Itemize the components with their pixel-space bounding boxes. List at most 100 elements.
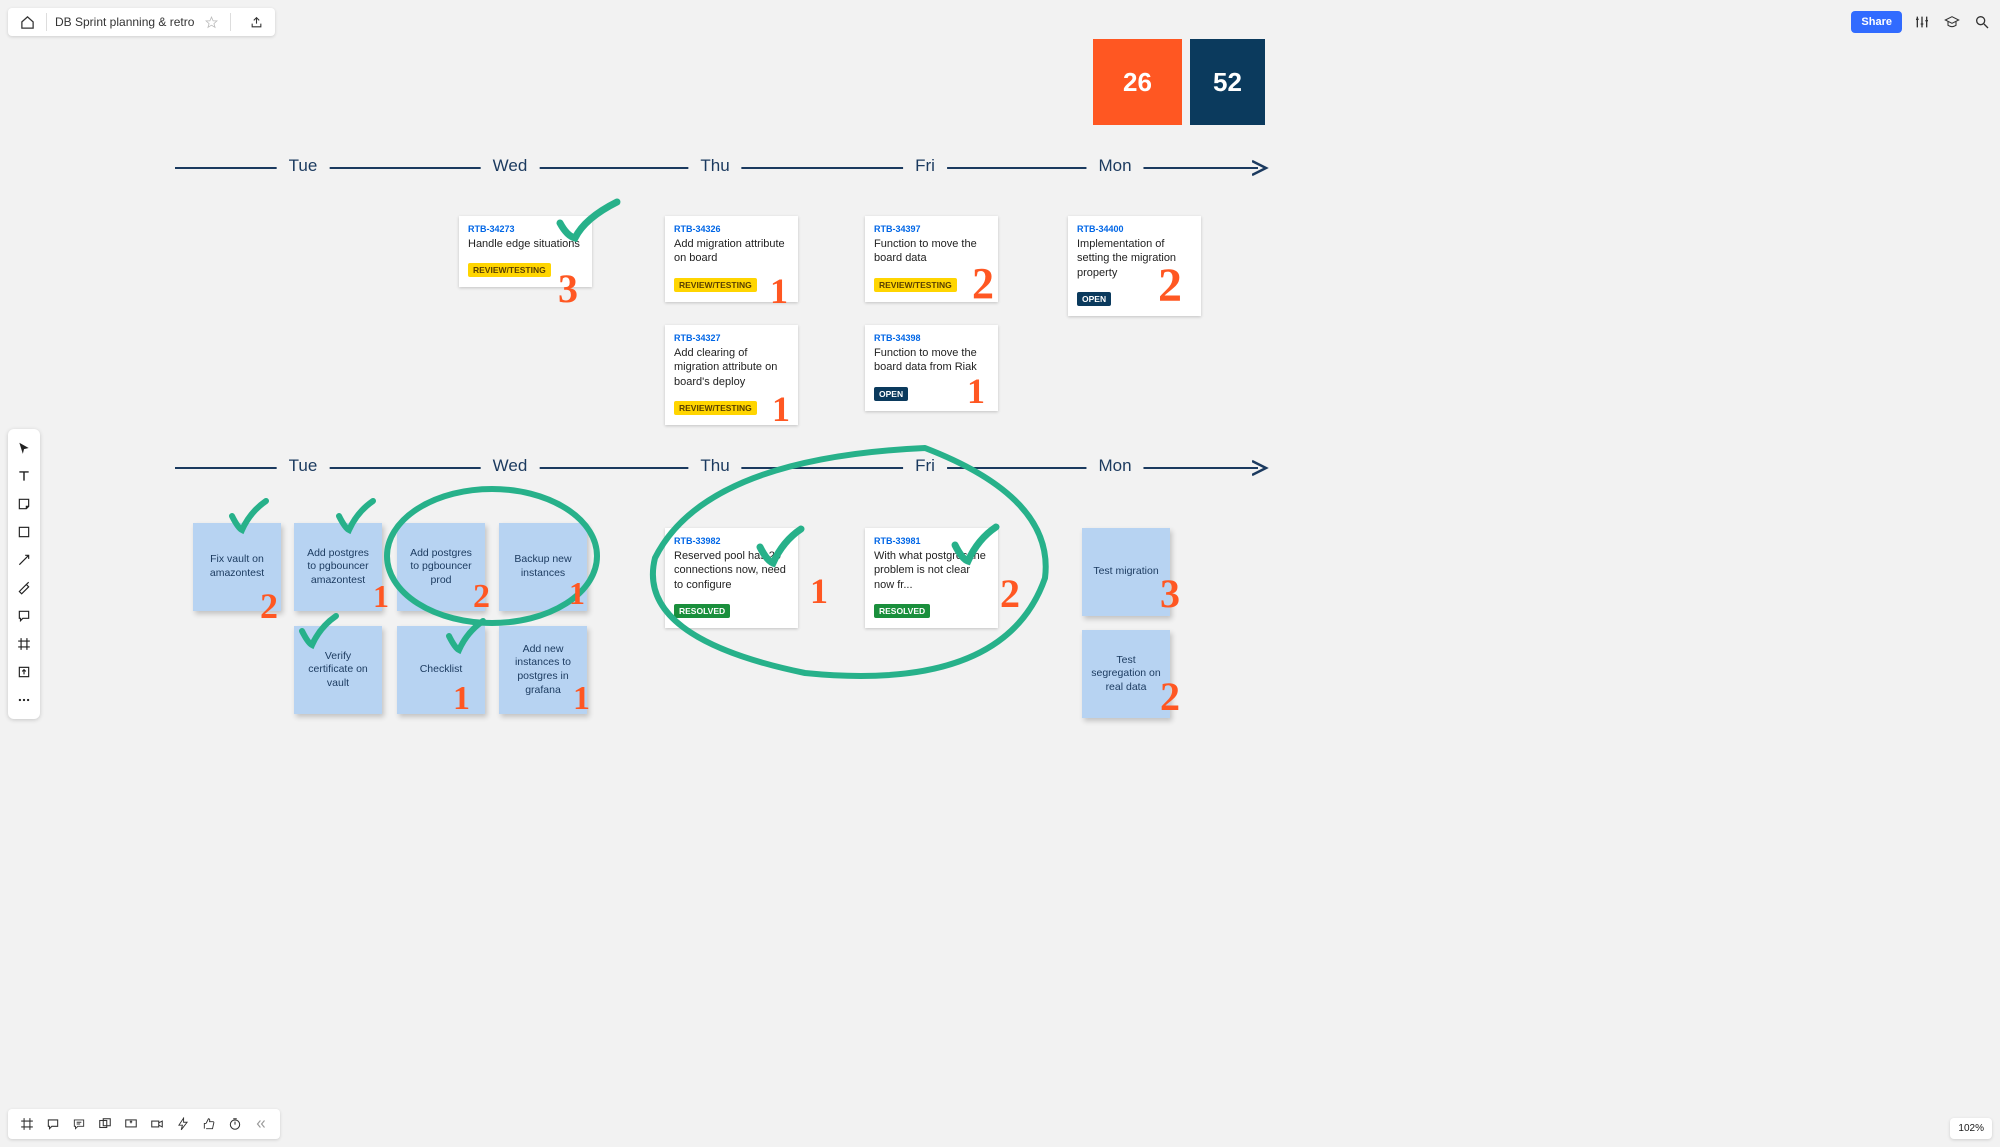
timeline1-day-fri: Fri [903, 156, 947, 176]
settings-button[interactable] [1912, 12, 1932, 32]
sticky-text: Test migration [1093, 565, 1158, 579]
sticky-text: Fix vault on amazontest [201, 553, 273, 580]
hand-number: 2 [1158, 258, 1182, 313]
ticket-title: Add clearing of migration attribute on b… [674, 346, 789, 389]
hand-number: 1 [772, 388, 790, 430]
ticket-status: REVIEW/TESTING [468, 263, 551, 277]
sticky-text: Add postgres to pgbouncer amazontest [302, 547, 374, 588]
bb-screen[interactable] [120, 1113, 142, 1135]
sticky-note[interactable]: Test segregation on real data [1082, 630, 1170, 718]
timeline2-day-fri: Fri [903, 456, 947, 476]
cursor-icon [17, 441, 31, 455]
hand-number: 2 [473, 578, 490, 616]
upload-icon [17, 665, 31, 679]
bb-collapse[interactable] [250, 1113, 272, 1135]
bb-frames[interactable] [16, 1113, 38, 1135]
ticket-status: REVIEW/TESTING [674, 401, 757, 415]
hand-number: 1 [770, 270, 788, 312]
home-icon [20, 15, 35, 30]
tool-text[interactable] [11, 463, 37, 489]
bb-reactions[interactable] [198, 1113, 220, 1135]
tool-pen[interactable] [11, 575, 37, 601]
ticket-id: RTB-34273 [468, 224, 583, 234]
timer-icon [228, 1117, 242, 1131]
counter-orange[interactable]: 26 [1093, 39, 1182, 125]
sliders-icon [1914, 14, 1930, 30]
timeline1-day-mon: Mon [1086, 156, 1143, 176]
timeline2-day-wed: Wed [481, 456, 540, 476]
board-title[interactable]: DB Sprint planning & retro [55, 15, 194, 29]
ticket-status: OPEN [874, 387, 908, 401]
comment-icon [17, 609, 31, 623]
ticket-status: OPEN [1077, 292, 1111, 306]
counter-navy[interactable]: 52 [1190, 39, 1265, 125]
hand-number: 2 [1160, 673, 1180, 720]
sticky-icon [17, 497, 31, 511]
ticket-id: RTB-34400 [1077, 224, 1192, 234]
zoom-indicator[interactable]: 102% [1950, 1118, 1992, 1139]
jira-card[interactable]: RTB-33982 Reserved pool has 20 connectio… [665, 528, 798, 628]
timeline2-day-thu: Thu [688, 456, 741, 476]
tool-upload[interactable] [11, 659, 37, 685]
hand-number: 1 [373, 578, 389, 615]
timeline2-day-tue: Tue [277, 456, 330, 476]
tool-comment[interactable] [11, 603, 37, 629]
screen-share-icon [124, 1117, 138, 1131]
pen-icon [17, 581, 31, 595]
bb-video[interactable] [146, 1113, 168, 1135]
chat-icon [46, 1117, 60, 1131]
timeline1-day-tue: Tue [277, 156, 330, 176]
square-icon [17, 525, 31, 539]
timeline-1: Tue Wed Thu Fri Mon [175, 156, 1268, 180]
timeline1-day-wed: Wed [481, 156, 540, 176]
sticky-note[interactable]: Add postgres to pgbouncer prod [397, 523, 485, 611]
graduation-cap-icon [1944, 14, 1960, 30]
topbar-left: DB Sprint planning & retro [8, 8, 275, 36]
sticky-note[interactable]: Test migration [1082, 528, 1170, 616]
search-button[interactable] [1972, 12, 1992, 32]
bb-cards[interactable] [94, 1113, 116, 1135]
bb-timer[interactable] [224, 1113, 246, 1135]
tool-sticky[interactable] [11, 491, 37, 517]
hand-number: 3 [558, 265, 578, 312]
sticky-text: Add postgres to pgbouncer prod [405, 547, 477, 588]
chevrons-left-icon [254, 1117, 268, 1131]
jira-card[interactable]: RTB-33981 With what postgres the problem… [865, 528, 998, 628]
timeline-2: Tue Wed Thu Fri Mon [175, 456, 1268, 480]
hand-number: 1 [573, 680, 590, 718]
export-button[interactable] [245, 11, 267, 33]
canvas[interactable]: 26 52 Tue Wed Thu Fri Mon RTB-34273 Hand… [0, 0, 2000, 1147]
hand-number: 2 [1000, 570, 1020, 617]
tool-shape[interactable] [11, 519, 37, 545]
sticky-note[interactable]: Add postgres to pgbouncer amazontest [294, 523, 382, 611]
bb-comments[interactable] [42, 1113, 64, 1135]
left-toolbar [8, 429, 40, 719]
home-button[interactable] [16, 11, 38, 33]
sticky-text: Verify certificate on vault [302, 650, 374, 691]
learn-button[interactable] [1942, 12, 1962, 32]
tool-frame[interactable] [11, 631, 37, 657]
ticket-title: Add migration attribute on board [674, 237, 789, 266]
sticky-text: Test segregation on real data [1090, 654, 1162, 695]
sticky-note[interactable]: Checklist [397, 626, 485, 714]
tool-select[interactable] [11, 435, 37, 461]
ticket-id: RTB-34397 [874, 224, 989, 234]
tool-more[interactable] [11, 687, 37, 713]
bb-activity[interactable] [172, 1113, 194, 1135]
bottombar [8, 1109, 280, 1139]
star-button[interactable] [200, 11, 222, 33]
bb-notes[interactable] [68, 1113, 90, 1135]
cards-icon [98, 1117, 112, 1131]
sticky-note[interactable]: Verify certificate on vault [294, 626, 382, 714]
search-icon [1974, 14, 1990, 30]
tool-arrow[interactable] [11, 547, 37, 573]
timeline2-day-mon: Mon [1086, 456, 1143, 476]
hand-number: 2 [260, 585, 278, 627]
arrow-icon [17, 553, 31, 567]
thumbs-up-icon [202, 1117, 216, 1131]
video-icon [150, 1117, 164, 1131]
ticket-id: RTB-33981 [874, 536, 989, 546]
timeline1-day-thu: Thu [688, 156, 741, 176]
share-button[interactable]: Share [1851, 11, 1902, 33]
ticket-status: RESOLVED [674, 604, 730, 618]
